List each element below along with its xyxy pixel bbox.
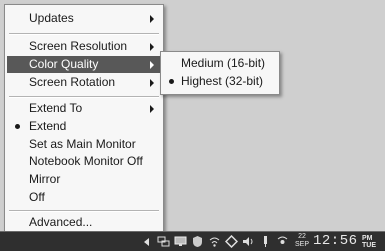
menu-item-off[interactable]: Off <box>7 189 161 206</box>
menu-item-label: Advanced... <box>29 215 93 229</box>
submenu-item-label: Medium (16-bit) <box>181 56 266 70</box>
menu-item-label: Updates <box>29 11 74 25</box>
menu-item-label: Mirror <box>29 172 61 186</box>
submenu-arrow-icon <box>150 61 154 69</box>
pin-icon[interactable] <box>259 235 272 248</box>
menu-item-color-quality[interactable]: Color Quality <box>7 56 161 73</box>
date-month: SEP <box>295 241 310 248</box>
am-pm: PM <box>362 235 373 242</box>
network-icon[interactable] <box>157 235 170 248</box>
menu-item-label: Screen Resolution <box>29 39 128 53</box>
menu-item-extend-to[interactable]: Extend To <box>7 100 161 117</box>
menu-item-label: Extend <box>29 119 67 133</box>
submenu-arrow-icon <box>150 43 154 51</box>
menu-item-mirror[interactable]: Mirror <box>7 171 161 188</box>
diamond-icon[interactable] <box>225 235 238 248</box>
menu-item-notebook-monitor-off[interactable]: Notebook Monitor Off <box>7 153 161 170</box>
menu-item-screen-rotation[interactable]: Screen Rotation <box>7 74 161 91</box>
clock[interactable]: 12:56 <box>313 232 358 251</box>
menu-item-screen-resolution[interactable]: Screen Resolution <box>7 38 161 55</box>
shield-icon[interactable] <box>191 235 204 248</box>
wireless-icon[interactable] <box>208 235 221 248</box>
antenna-icon[interactable] <box>276 235 289 248</box>
submenu-item-label: Highest (32-bit) <box>181 74 264 88</box>
weekday: TUE <box>362 242 376 249</box>
color-quality-submenu: Medium (16-bit) Highest (32-bit) <box>160 51 280 95</box>
menu-separator <box>9 96 159 98</box>
date-display[interactable]: 22 SEP <box>295 233 309 250</box>
menu-item-label: Screen Rotation <box>29 75 116 89</box>
menu-separator <box>9 33 159 35</box>
date-day: 22 <box>298 233 306 240</box>
chevron-left-icon[interactable] <box>140 235 153 248</box>
menu-item-updates[interactable]: Updates <box>7 10 161 27</box>
menu-item-label: Off <box>29 190 45 204</box>
submenu-item-highest-32-bit[interactable]: Highest (32-bit) <box>163 73 277 90</box>
taskbar: 22 SEP 12:56 PM TUE <box>0 231 385 251</box>
submenu-arrow-icon <box>150 105 154 113</box>
system-tray <box>140 234 293 249</box>
display-context-menu: Updates Screen Resolution Color Quality … <box>4 4 164 232</box>
menu-item-extend[interactable]: Extend <box>7 118 161 135</box>
submenu-arrow-icon <box>150 79 154 87</box>
menu-item-label: Extend To <box>29 101 83 115</box>
menu-separator <box>9 210 159 212</box>
display-icon[interactable] <box>174 235 187 248</box>
menu-item-label: Notebook Monitor Off <box>29 154 143 168</box>
menu-item-advanced[interactable]: Advanced... <box>7 214 161 231</box>
weekday-display: PM TUE <box>362 235 376 249</box>
selected-bullet-icon <box>169 79 174 84</box>
submenu-item-medium-16-bit[interactable]: Medium (16-bit) <box>163 55 277 72</box>
menu-item-label: Color Quality <box>29 57 99 71</box>
submenu-arrow-icon <box>150 15 154 23</box>
selected-bullet-icon <box>15 124 20 129</box>
volume-icon[interactable] <box>242 235 255 248</box>
menu-item-label: Set as Main Monitor <box>29 137 136 151</box>
menu-item-set-as-main-monitor[interactable]: Set as Main Monitor <box>7 136 161 153</box>
